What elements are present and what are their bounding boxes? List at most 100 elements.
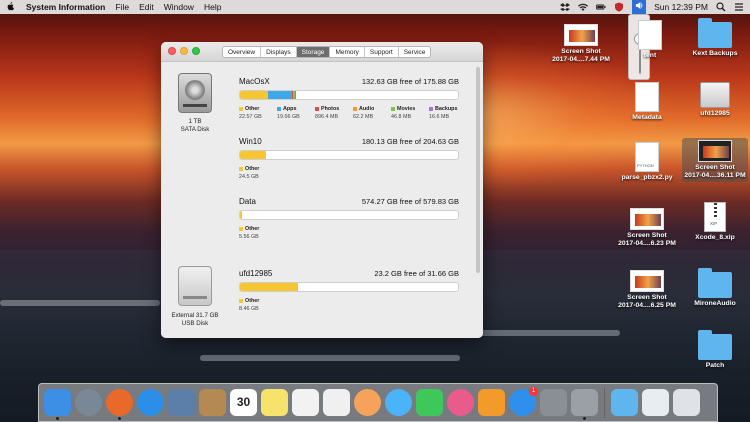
desktop-icon-ufd12985[interactable]: ufd12985 (688, 82, 742, 118)
dock: 30 1 (38, 383, 718, 422)
menu-clock[interactable]: Sun 12:39 PM (654, 2, 708, 12)
tab-overview[interactable]: Overview (223, 47, 262, 57)
menu-help[interactable]: Help (204, 2, 221, 12)
launchpad-icon[interactable] (75, 389, 102, 416)
minimize-window-button[interactable] (180, 47, 188, 55)
legend-item-other: Other 8.46 GB (239, 298, 271, 312)
preview-icon[interactable] (168, 389, 195, 416)
volume-name: ufd12985 (239, 269, 273, 278)
usage-segment-backups (295, 91, 297, 99)
downloads-stack-icon[interactable] (611, 389, 638, 416)
dock-separator (604, 387, 605, 418)
volume-icon[interactable] (632, 0, 647, 14)
volume-name: Data (239, 197, 256, 206)
firefox-icon[interactable] (106, 389, 133, 420)
menu-window[interactable]: Window (164, 2, 194, 12)
messages-icon[interactable] (385, 389, 412, 416)
desktop-icon-label: parse_pbzx2.py (621, 174, 673, 181)
photo-booth-icon[interactable] (323, 389, 350, 416)
running-indicator (583, 417, 586, 420)
legend-category: Backups (435, 106, 458, 112)
notification-center-icon[interactable] (734, 2, 744, 12)
folder-icon (698, 330, 732, 360)
legend-item-movies: Movies 46.8 MB (391, 106, 423, 120)
desktop-icon-label: tent (643, 52, 657, 59)
wifi-icon[interactable] (578, 2, 589, 12)
ibooks-icon[interactable] (478, 389, 505, 416)
tab-displays[interactable]: Displays (261, 47, 297, 57)
desktop-icon-metadata[interactable]: Metadata (620, 82, 674, 122)
legend-item-audio: Audio 62.2 MB (353, 106, 385, 120)
tab-support[interactable]: Support (365, 47, 399, 57)
window-titlebar[interactable]: Overview Displays Storage Memory Support… (161, 42, 483, 62)
desktop-icon-kext-backups[interactable]: Kext Backups (688, 18, 742, 58)
zoom-window-button[interactable] (192, 47, 200, 55)
menu-file[interactable]: File (115, 2, 129, 12)
documents-stack-icon[interactable] (642, 389, 669, 416)
tab-service[interactable]: Service (399, 47, 431, 57)
itunes-icon[interactable] (447, 389, 474, 416)
notes-icon[interactable] (261, 389, 288, 416)
folder-icon (698, 18, 732, 48)
trash-icon[interactable] (673, 389, 700, 416)
usage-bar (239, 210, 459, 220)
wave-foam (0, 300, 160, 306)
apple-menu-icon[interactable] (2, 1, 18, 13)
legend-swatch (239, 299, 243, 303)
desktop-icon-xcode-xip[interactable]: XIP Xcode_8.xip (688, 202, 742, 242)
system-preferences-icon[interactable] (540, 389, 567, 416)
legend-swatch (429, 107, 433, 111)
desktop-icon-screenshot-2[interactable]: Screen Shot 2017-04....36.11 PM (682, 138, 748, 182)
reminders-icon[interactable] (292, 389, 319, 416)
legend-swatch (239, 167, 243, 171)
close-window-button[interactable] (168, 47, 176, 55)
desktop-icon-label: Screen Shot (627, 232, 667, 239)
desktop-icon-tent[interactable]: tent (634, 20, 666, 60)
photos-icon[interactable] (354, 389, 381, 416)
shield-icon[interactable] (614, 2, 624, 12)
usage-segment-other (240, 283, 299, 291)
usage-bar (239, 282, 459, 292)
legend-size: 5.56 GB (239, 234, 259, 241)
tab-memory[interactable]: Memory (330, 47, 365, 57)
legend-item-other: Other 24.5 GB (239, 166, 271, 180)
desktop-icon-screenshot-4[interactable]: Screen Shot 2017-04....6.25 PM (614, 270, 680, 310)
contacts-icon[interactable] (199, 389, 226, 416)
usage-segment-other (240, 211, 243, 219)
tab-storage[interactable]: Storage (296, 47, 331, 57)
desktop-icon-mironeaudio[interactable]: MironeAudio (688, 268, 742, 308)
usb-disk-icon (700, 82, 730, 108)
running-indicator (56, 417, 59, 420)
calendar-icon[interactable]: 30 (230, 389, 257, 416)
volume-free-space: 23.2 GB free of 31.66 GB (374, 269, 459, 278)
desktop-icon-label: MironeAudio (694, 300, 736, 307)
dropbox-icon[interactable] (560, 2, 571, 12)
wave-foam (200, 355, 460, 361)
finder-icon[interactable] (44, 389, 71, 420)
legend-category: Other (245, 106, 260, 112)
legend-size: 8.46 GB (239, 306, 259, 313)
spotlight-search-icon[interactable] (716, 2, 726, 12)
system-information-icon[interactable] (571, 389, 598, 420)
desktop-icon-patch[interactable]: Patch (688, 330, 742, 370)
facetime-icon[interactable] (416, 389, 443, 416)
desktop-icon-screenshot-1[interactable]: Screen Shot 2017-04....7.44 PM (548, 24, 614, 64)
usage-bar (239, 150, 459, 160)
screenshot-thumbnail (630, 270, 664, 292)
scrollbar[interactable] (476, 67, 480, 273)
screenshot-thumbnail (698, 140, 732, 162)
desktop-icon-label: ufd12985 (700, 110, 730, 117)
desktop-icon-parse-pbzx2[interactable]: PYTHON parse_pbzx2.py (614, 142, 680, 182)
desktop-icon-label: Metadata (632, 114, 662, 121)
legend-category: Movies (397, 106, 416, 112)
menu-edit[interactable]: Edit (139, 2, 154, 12)
desktop-icon-screenshot-3[interactable]: Screen Shot 2017-04....6.23 PM (614, 208, 680, 248)
update-badge: 1 (529, 387, 538, 396)
app-store-icon[interactable]: 1 (509, 387, 538, 416)
battery-icon[interactable] (596, 2, 606, 12)
usage-segment-other (240, 91, 268, 99)
safari-icon[interactable] (137, 389, 164, 416)
usage-legend: Other 8.46 GB (239, 298, 271, 312)
menu-app-name[interactable]: System Information (26, 2, 105, 12)
python-file-icon: PYTHON (635, 142, 659, 172)
